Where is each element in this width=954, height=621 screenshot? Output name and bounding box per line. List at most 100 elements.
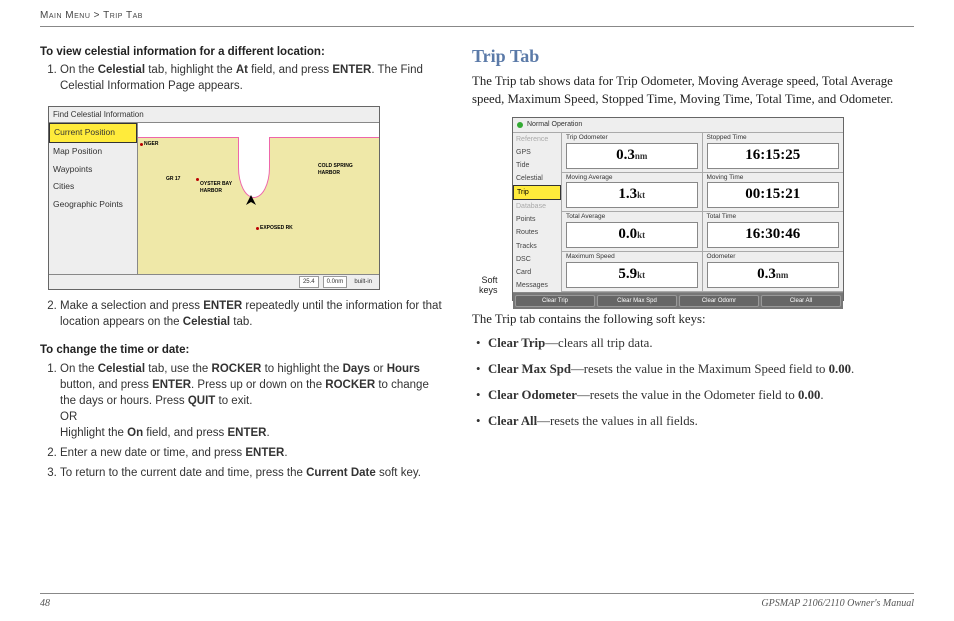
tab-database[interactable]: Database	[513, 200, 561, 213]
cell-label: Odometer	[707, 253, 840, 261]
cell-label: Maximum Speed	[566, 253, 698, 261]
b: 0.00	[798, 388, 820, 402]
step-1: On the Celestial tab, highlight the At f…	[60, 62, 448, 94]
celestial-list: Current Position Map Position Waypoints …	[49, 123, 138, 274]
ct-step-1: On the Celestial tab, use the ROCKER to …	[60, 361, 448, 441]
b: 0.00	[829, 362, 851, 376]
softkey-clear-trip[interactable]: Clear Trip	[515, 295, 595, 307]
header-rule	[40, 26, 914, 27]
left-column: To view celestial information for a diff…	[40, 44, 448, 493]
t: Enter a new date or time, and press	[60, 447, 245, 459]
cell-label: Total Average	[566, 213, 698, 221]
softkey-clear-odomr[interactable]: Clear Odomr	[679, 295, 759, 307]
softkey-clear-all[interactable]: Clear All	[761, 295, 841, 307]
num: 0.3	[616, 147, 635, 163]
num: 00:15:21	[745, 186, 800, 202]
page-body: To view celestial information for a diff…	[0, 0, 954, 493]
cell-label: Stopped Time	[707, 134, 840, 142]
tab-celestial[interactable]: Celestial	[513, 172, 561, 185]
t: —resets the value in the Odometer field …	[577, 388, 798, 402]
t: to exit.	[215, 395, 252, 407]
tab-card[interactable]: Card	[513, 266, 561, 279]
softkey-clear-max-spd[interactable]: Clear Max Spd	[597, 295, 677, 307]
tab-points[interactable]: Points	[513, 213, 561, 226]
t: .	[851, 362, 854, 376]
map-label: COLD SPRING HARBOR	[318, 163, 358, 177]
t: field, and press	[143, 427, 227, 439]
unit: kt	[637, 230, 645, 240]
find-celestial-figure: Find Celestial Information Current Posit…	[48, 106, 380, 290]
cell-value: 0.0kt	[566, 222, 698, 248]
cell-value: 0.3nm	[707, 262, 840, 288]
change-time-hdr: To change the time or date:	[40, 342, 448, 358]
t: tab.	[230, 316, 252, 328]
t: —clears all trip data.	[545, 336, 652, 350]
ct-step-3: To return to the current date and time, …	[60, 465, 448, 481]
water-shape	[138, 123, 379, 138]
page-number: 48	[40, 598, 50, 609]
t: tab, highlight the	[145, 64, 236, 76]
step-2: Make a selection and press ENTER repeate…	[60, 298, 448, 330]
bullet-clear-max-spd: Clear Max Spd—resets the value in the Ma…	[488, 361, 914, 379]
softkeys-label-a: Soft	[482, 275, 498, 285]
celestial-item-cities[interactable]: Cities	[49, 178, 137, 196]
cell-label: Total Time	[707, 213, 840, 221]
map-dot-icon	[140, 143, 143, 146]
map-label: GR 17	[166, 176, 180, 183]
tab-reference[interactable]: Reference	[513, 133, 561, 146]
b: Clear Max Spd	[488, 362, 571, 376]
trip-cell-odometer: Odometer 0.3nm	[703, 252, 844, 292]
t: button, and press	[60, 379, 152, 391]
tab-routes[interactable]: Routes	[513, 226, 561, 239]
status-c: built-in	[351, 277, 375, 287]
breadcrumb-a: Main Menu	[40, 10, 90, 21]
b: ENTER	[228, 427, 267, 439]
water-inlet	[238, 137, 270, 198]
b: Hours	[387, 363, 420, 375]
tab-trip[interactable]: Trip	[513, 185, 561, 200]
enter-bold: ENTER	[332, 64, 371, 76]
cell-value: 16:15:25	[707, 143, 840, 169]
t: .	[266, 427, 269, 439]
cell-label: Trip Odometer	[566, 134, 698, 142]
b: On	[127, 427, 143, 439]
map-dot-icon	[256, 227, 259, 230]
num: 16:15:25	[745, 147, 800, 163]
breadcrumb-b: Trip Tab	[103, 10, 143, 21]
window-title: Normal Operation	[527, 120, 582, 130]
celestial-item-map-position[interactable]: Map Position	[49, 143, 137, 161]
fig-body: Current Position Map Position Waypoints …	[49, 123, 379, 274]
cell-value: 1.3kt	[566, 182, 698, 208]
celestial-bold: Celestial	[183, 316, 230, 328]
trip-grid: Trip Odometer 0.3nm Stopped Time 16:15:2…	[562, 133, 843, 292]
or-text: OR	[60, 411, 77, 423]
celestial-item-current-position[interactable]: Current Position	[49, 123, 137, 143]
b: ENTER	[245, 447, 284, 459]
t: tab, use the	[145, 363, 212, 375]
b: Clear Trip	[488, 336, 545, 350]
t: —resets the value in the Maximum Speed f…	[571, 362, 829, 376]
celestial-item-waypoints[interactable]: Waypoints	[49, 161, 137, 179]
cell-label: Moving Time	[707, 174, 840, 182]
softkeys-intro: The Trip tab contains the following soft…	[472, 311, 914, 329]
b: Current Date	[306, 467, 376, 479]
num: 0.3	[757, 266, 776, 282]
tab-dsc[interactable]: DSC	[513, 253, 561, 266]
map-label: EXPOSED RK	[260, 225, 293, 232]
celestial-item-geographic-points[interactable]: Geographic Points	[49, 196, 137, 214]
tab-tide[interactable]: Tide	[513, 159, 561, 172]
tab-tracks[interactable]: Tracks	[513, 240, 561, 253]
tab-gps[interactable]: GPS	[513, 146, 561, 159]
bullet-clear-odometer: Clear Odometer—resets the value in the O…	[488, 387, 914, 405]
status-dot-icon	[517, 122, 523, 128]
b: ROCKER	[212, 363, 262, 375]
tab-messages[interactable]: Messages	[513, 279, 561, 292]
t: —resets the values in all fields.	[537, 414, 698, 428]
softkey-bullets: Clear Trip—clears all trip data. Clear M…	[472, 335, 914, 431]
t: to highlight the	[261, 363, 342, 375]
t: To return to the current date and time, …	[60, 467, 306, 479]
cell-label: Moving Average	[566, 174, 698, 182]
unit: nm	[776, 270, 789, 280]
breadcrumb: Main Menu > Trip Tab	[40, 10, 143, 21]
page-footer: 48 GPSMAP 2106/2110 Owner's Manual	[40, 593, 914, 609]
